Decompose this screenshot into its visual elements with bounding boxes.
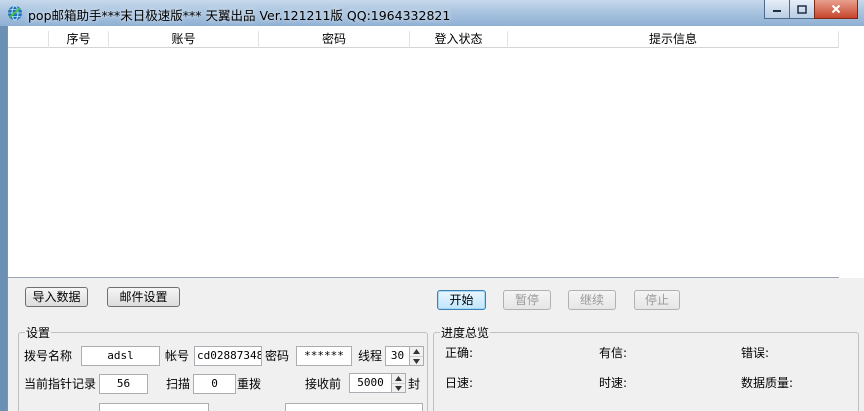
pause-button[interactable]: 暂停	[503, 290, 551, 310]
app-globe-icon	[8, 5, 22, 21]
threads-label: 线程	[358, 349, 383, 363]
account-input[interactable]: cd02887348	[194, 346, 262, 366]
password-input[interactable]: ******	[296, 346, 352, 366]
threads-spinner[interactable]	[410, 346, 424, 366]
dial-name-input[interactable]: adsl	[81, 346, 160, 366]
column-header-blank[interactable]	[8, 31, 49, 48]
account-label: 帐号	[165, 349, 190, 363]
settings-extra-input-2[interactable]	[285, 403, 423, 411]
receive-count-spinner[interactable]	[392, 373, 406, 393]
title-bar[interactable]: pop邮箱助手***末日极速版*** 天翼出品 Ver.121211版 QQ:1…	[0, 0, 864, 26]
pointer-record-input[interactable]: 56	[99, 374, 148, 394]
spin-down-arrow-icon[interactable]	[410, 356, 423, 365]
hourly-speed-label: 时速:	[599, 376, 628, 390]
receive-before-label: 接收前	[305, 377, 342, 391]
password-label: 密码	[265, 349, 290, 363]
column-header-account[interactable]: 账号	[109, 31, 259, 48]
settings-extra-input-1[interactable]	[99, 403, 209, 411]
settings-legend: 设置	[26, 326, 51, 340]
correct-label: 正确:	[445, 346, 474, 360]
progress-overview-group: 进度总览	[433, 324, 859, 411]
has-mail-label: 有信:	[599, 346, 628, 360]
grid-header: 序号 账号 密码 登入状态 提示信息	[8, 31, 839, 48]
column-header-password[interactable]: 密码	[259, 31, 410, 48]
close-icon	[831, 4, 841, 14]
pointer-record-label: 当前指针记录	[24, 377, 97, 391]
import-data-button[interactable]: 导入数据	[25, 287, 88, 307]
progress-legend: 进度总览	[441, 326, 490, 340]
data-quality-label: 数据质量:	[741, 376, 794, 390]
error-label: 错误:	[741, 346, 770, 360]
account-grid[interactable]: 序号 账号 密码 登入状态 提示信息	[8, 26, 864, 278]
minimize-icon	[773, 10, 781, 12]
spin-down-arrow-icon[interactable]	[392, 383, 405, 392]
spin-up-arrow-icon[interactable]	[392, 374, 405, 383]
spin-up-arrow-icon[interactable]	[410, 347, 423, 356]
window-title: pop邮箱助手***末日极速版*** 天翼出品 Ver.121211版 QQ:1…	[28, 8, 451, 23]
receive-unit-label: 封	[408, 377, 421, 391]
redial-label: 重拨	[237, 377, 262, 391]
mail-settings-button[interactable]: 邮件设置	[107, 287, 180, 307]
threads-input[interactable]: 30	[385, 346, 410, 366]
column-header-login-status[interactable]: 登入状态	[410, 31, 508, 48]
main-window: 序号 账号 密码 登入状态 提示信息 导入数据 邮件设置 开始 暂停 继续 停止…	[7, 26, 864, 411]
grid-scrollbar[interactable]	[839, 26, 864, 278]
column-header-index[interactable]: 序号	[49, 31, 109, 48]
daily-speed-label: 日速:	[445, 376, 474, 390]
maximize-icon	[797, 4, 807, 14]
resume-button[interactable]: 继续	[568, 290, 616, 310]
column-header-message[interactable]: 提示信息	[508, 31, 839, 48]
start-button[interactable]: 开始	[437, 290, 486, 310]
minimize-button[interactable]	[764, 0, 790, 19]
maximize-button[interactable]	[789, 0, 815, 19]
receive-count-input[interactable]: 5000	[349, 373, 392, 393]
dial-name-label: 拨号名称	[24, 349, 73, 363]
scan-input[interactable]: 0	[193, 374, 236, 394]
scan-label: 扫描	[166, 377, 191, 391]
settings-group: 设置	[18, 324, 428, 411]
window-controls	[764, 0, 858, 20]
close-button[interactable]	[814, 0, 858, 19]
stop-button[interactable]: 停止	[634, 290, 680, 310]
